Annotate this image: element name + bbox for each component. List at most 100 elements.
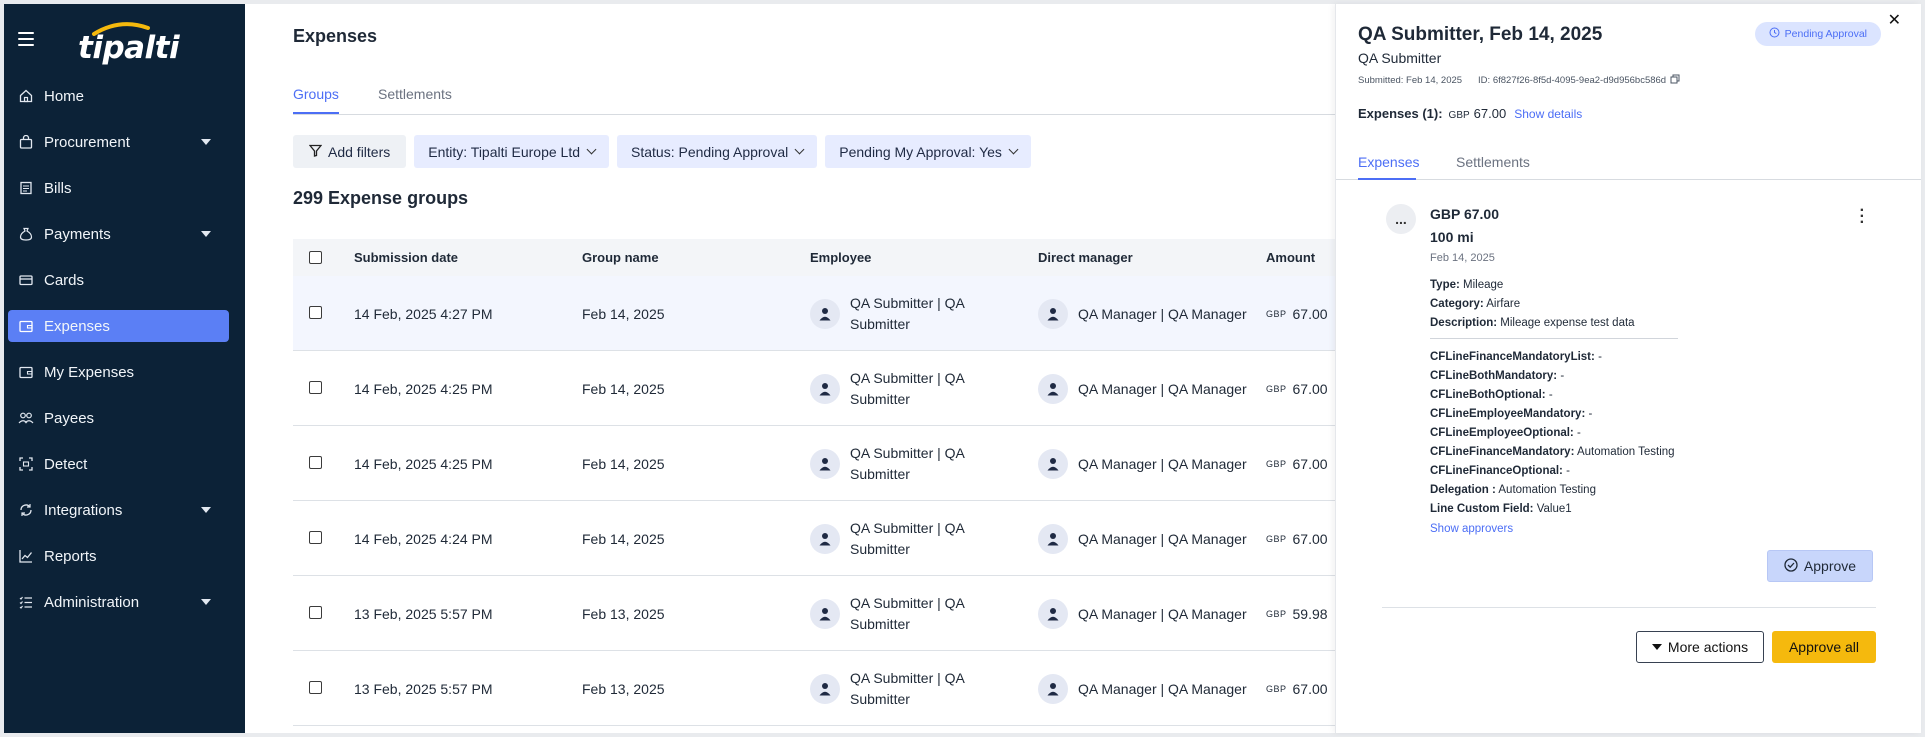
status-filter-chip[interactable]: Status: Pending Approval [617, 135, 818, 168]
sidebar-item-label: Payees [44, 409, 95, 427]
table-header: Submission date Group name Employee Dire… [293, 239, 1335, 276]
approve-button[interactable]: Approve [1767, 550, 1873, 582]
approve-all-button[interactable]: Approve all [1772, 631, 1876, 663]
header-employee[interactable]: Employee [810, 250, 871, 265]
tab-expenses[interactable]: Expenses [1358, 154, 1419, 170]
chevron-down-icon[interactable] [201, 139, 211, 145]
currency-code: GBP [1448, 110, 1470, 121]
table-row[interactable]: 13 Feb, 2025 5:57 PM Feb 13, 2025 QA Sub… [293, 576, 1335, 651]
entity-filter-chip[interactable]: Entity: Tipalti Europe Ltd [414, 135, 610, 168]
sidebar-item-label: Detect [44, 455, 88, 473]
expense-type-icon: ... [1386, 204, 1416, 234]
manager-cell: QA Manager | QA Manager [1038, 576, 1247, 651]
amount-cell: GBP 67.00 [1266, 351, 1328, 426]
row-checkbox[interactable] [309, 456, 322, 469]
expense-details: Type: Mileage Category: Airfare Descript… [1430, 276, 1678, 539]
sidebar-item-expenses[interactable]: Expenses [8, 310, 229, 342]
row-checkbox[interactable] [309, 606, 322, 619]
sidebar-item-label: Bills [44, 179, 72, 197]
sidebar-item-label: Cards [44, 271, 85, 289]
header-submission-date[interactable]: Submission date [354, 250, 458, 265]
submission-date-cell: 14 Feb, 2025 4:25 PM [354, 455, 493, 472]
detail-category: Category: Airfare [1430, 298, 1521, 310]
amount-value: 67.00 [1292, 380, 1328, 397]
hamburger-menu-icon[interactable] [18, 32, 34, 46]
currency-code: GBP [1266, 608, 1287, 619]
chevron-down-icon[interactable] [201, 231, 211, 237]
check-circle-icon [1784, 557, 1798, 575]
sidebar-item-label: Integrations [44, 501, 123, 519]
expense-amount: GBP 67.00 [1430, 206, 1500, 222]
bag-icon [18, 134, 34, 150]
tab-groups[interactable]: Groups [293, 86, 339, 102]
show-details-link[interactable]: Show details [1514, 107, 1582, 121]
amount-value: 67.00 [1292, 455, 1328, 472]
person-icon [1038, 598, 1068, 629]
chevron-down-icon[interactable] [201, 507, 211, 513]
table-row[interactable]: 14 Feb, 2025 4:24 PM Feb 14, 2025 QA Sub… [293, 501, 1335, 576]
employee-cell: QA Submitter | QA Submitter [810, 651, 970, 726]
close-icon[interactable]: ✕ [1888, 10, 1901, 30]
sidebar: tipalti Home Procurement Bills Payments … [4, 4, 245, 733]
table-row[interactable]: 14 Feb, 2025 4:27 PM Feb 14, 2025 QA Sub… [293, 276, 1335, 351]
home-icon [18, 88, 34, 104]
main-tabs: Groups Settlements [293, 84, 1343, 115]
sidebar-item-administration[interactable]: Administration [8, 586, 229, 618]
employee-cell: QA Submitter | QA Submitter [810, 501, 970, 576]
row-checkbox[interactable] [309, 306, 322, 319]
row-checkbox[interactable] [309, 381, 322, 394]
sidebar-item-procurement[interactable]: Procurement [8, 126, 229, 158]
card-icon [18, 272, 34, 288]
sidebar-item-payees[interactable]: Payees [8, 402, 229, 434]
manager-cell: QA Manager | QA Manager [1038, 351, 1247, 426]
chevron-down-icon[interactable] [201, 599, 211, 605]
expense-groups-table: Submission date Group name Employee Dire… [293, 239, 1335, 726]
add-filters-button[interactable]: Add filters [293, 135, 407, 168]
pending-approval-filter-chip[interactable]: Pending My Approval: Yes [825, 135, 1031, 168]
sidebar-item-label: Administration [44, 593, 140, 611]
header-direct-manager[interactable]: Direct manager [1038, 250, 1133, 265]
select-all-checkbox[interactable] [309, 251, 322, 264]
currency-code: GBP [1266, 458, 1287, 469]
copy-icon[interactable] [1670, 74, 1680, 87]
tab-settlements[interactable]: Settlements [1456, 154, 1530, 170]
header-amount[interactable]: Amount [1266, 250, 1315, 265]
table-row[interactable]: 14 Feb, 2025 4:25 PM Feb 14, 2025 QA Sub… [293, 351, 1335, 426]
sidebar-item-home[interactable]: Home [8, 80, 229, 112]
sidebar-item-reports[interactable]: Reports [8, 540, 229, 572]
sidebar-item-payments[interactable]: Payments [8, 218, 229, 250]
person-icon [810, 673, 840, 704]
sidebar-item-integrations[interactable]: Integrations [8, 494, 229, 526]
person-icon [810, 448, 840, 479]
sidebar-item-my-expenses[interactable]: My Expenses [8, 356, 229, 388]
chevron-down-icon [586, 144, 597, 155]
row-checkbox[interactable] [309, 681, 322, 694]
caret-down-icon [1651, 644, 1662, 650]
manager-cell: QA Manager | QA Manager [1038, 276, 1247, 351]
row-checkbox[interactable] [309, 531, 322, 544]
employee-name: QA Submitter | QA Submitter [850, 294, 965, 332]
more-actions-button[interactable]: More actions [1636, 631, 1764, 663]
show-approvers-link[interactable]: Show approvers [1430, 520, 1678, 539]
table-row[interactable]: 13 Feb, 2025 5:57 PM Feb 13, 2025 QA Sub… [293, 651, 1335, 726]
group-name-cell: Feb 13, 2025 [582, 680, 665, 697]
sidebar-item-bills[interactable]: Bills [8, 172, 229, 204]
manager-name: QA Manager | QA Manager [1078, 605, 1247, 622]
bill-icon [18, 180, 34, 196]
header-group-name[interactable]: Group name [582, 250, 659, 265]
sidebar-item-label: My Expenses [44, 363, 135, 381]
amount-cell: GBP 59.98 [1266, 576, 1328, 651]
more-options-icon[interactable]: · · · [1860, 203, 1865, 231]
tab-settlements[interactable]: Settlements [378, 86, 452, 102]
panel-divider [1382, 607, 1876, 608]
group-name-cell: Feb 14, 2025 [582, 455, 665, 472]
table-row[interactable]: 14 Feb, 2025 4:25 PM Feb 14, 2025 QA Sub… [293, 426, 1335, 501]
filter-bar: Add filters Entity: Tipalti Europe Ltd S… [293, 135, 1031, 168]
tipalti-logo[interactable]: tipalti [76, 20, 180, 66]
panel-tabs: Expenses Settlements [1336, 152, 1921, 180]
detect-icon [18, 456, 34, 472]
sidebar-item-label: Payments [44, 225, 111, 243]
sidebar-item-cards[interactable]: Cards [8, 264, 229, 296]
employee-cell: QA Submitter | QA Submitter [810, 351, 970, 426]
sidebar-item-detect[interactable]: Detect [8, 448, 229, 480]
